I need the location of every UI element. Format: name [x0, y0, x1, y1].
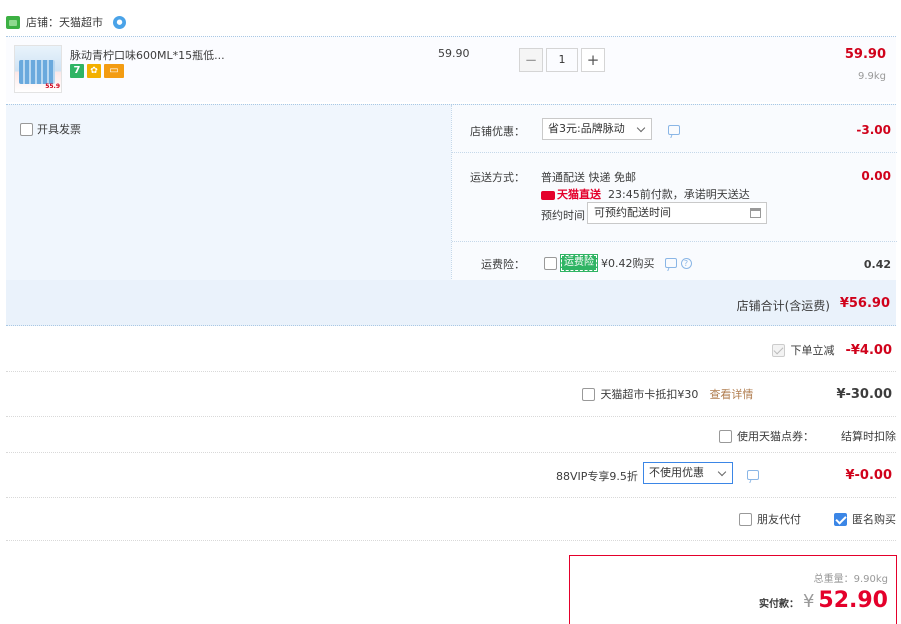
shop-header: 店铺：天猫超市 ● [6, 12, 126, 32]
bottles-image [19, 60, 55, 84]
vip-value: ¥-0.00 [845, 468, 892, 483]
instant-discount-checkbox [772, 343, 786, 357]
qty-input[interactable]: 1 [546, 48, 578, 72]
instant-discount: 下单立减 -¥4.00 [772, 342, 892, 358]
tmall-direct-line: 天猫直送 23:45前付款，承诺明天送达 [541, 186, 750, 202]
shipping-label: 运送方式： [470, 171, 525, 184]
friend-pay-option[interactable]: 朋友代付 [739, 511, 801, 527]
insurance-row: 运费险： 运费险 ¥0.42购买 ? 0.42 [452, 242, 897, 281]
chevron-down-icon [717, 467, 727, 477]
product-title[interactable]: 脉动青柠口味600ML*15瓶低... [70, 47, 225, 63]
points-note: 结算时扣除 [841, 430, 896, 443]
comment-icon[interactable] [668, 125, 680, 135]
points-checkbox[interactable] [719, 429, 732, 443]
appointment-label: 预约时间 [541, 209, 585, 222]
chevron-down-icon [636, 123, 646, 133]
card-deduct-label: 天猫超市卡抵扣¥30 [600, 388, 699, 401]
tmall-logo-icon [541, 190, 555, 200]
help-icon[interactable]: ? [680, 257, 692, 269]
discount-row: 店铺优惠： 省3元:品牌脉动 -3.00 [452, 105, 897, 153]
shipping-row: 运送方式： 普通配送 快递 免邮 天猫直送 23:45前付款，承诺明天送达 预约… [452, 153, 897, 242]
thumb-price-tag: 55.9 [45, 83, 60, 90]
pay-currency: ¥ [802, 591, 815, 612]
vip-select-value: 不使用优惠 [649, 466, 704, 479]
qty-plus-button[interactable]: + [581, 48, 605, 72]
chat-bubble-icon[interactable]: ● [113, 15, 126, 29]
final-payment-box: 总重量：9.90kg 实付款： ¥ 52.90 [569, 555, 897, 624]
pay-options-row: 朋友代付 匿名购买 [6, 498, 896, 541]
insurance-option[interactable]: 运费险 ¥0.42购买 ? [544, 254, 692, 272]
pay-label: 实付款： [758, 599, 799, 610]
friend-pay-label: 朋友代付 [757, 513, 801, 526]
invoice-label: 开具发票 [37, 123, 81, 136]
invoice-option[interactable]: 开具发票 [20, 121, 81, 137]
comment-icon[interactable] [747, 470, 759, 480]
points-label: 使用天猫点券： [737, 430, 814, 443]
vip-label: 88VIP专享9.5折 [556, 470, 638, 483]
discount-value: -3.00 [856, 123, 891, 137]
product-row: 55.9 脉动青柠口味600ML*15瓶低... 7 ✿ ▭ 59.90 − 1… [6, 36, 896, 102]
service-icon: ✿ [87, 64, 101, 78]
insurance-label: 运费险： [481, 258, 525, 271]
points-row: 使用天猫点券： 结算时扣除 [6, 417, 896, 453]
insurance-value: 0.42 [863, 258, 891, 271]
pay-amount-line: 实付款： ¥ 52.90 [759, 588, 888, 613]
order-options: 开具发票 店铺优惠： 省3元:品牌脉动 -3.00 运送方式： 普通配送 快递 … [6, 104, 897, 281]
shop-icon [6, 15, 20, 29]
appointment-date-input[interactable]: 可预约配送时间 [587, 202, 767, 224]
shipping-value: 0.00 [861, 169, 891, 183]
insurance-price: ¥0.42购买 [601, 257, 655, 270]
instant-discount-label: 下单立减 [790, 344, 835, 357]
anonymous-option[interactable]: 匿名购买 [834, 511, 896, 527]
discount-select-value: 省3元:品牌脉动 [548, 122, 625, 135]
shop-total-value: ¥56.90 [839, 296, 890, 311]
product-thumbnail[interactable]: 55.9 [14, 45, 62, 93]
invoice-checkbox[interactable] [20, 122, 33, 136]
card-deduct: 天猫超市卡抵扣¥30 查看详情 ¥-30.00 [582, 386, 892, 402]
appointment-date-value: 可预约配送时间 [594, 206, 671, 219]
product-badges: 7 ✿ ▭ [70, 64, 124, 78]
vip-row: 88VIP专享9.5折 不使用优惠 ¥-0.00 [6, 453, 896, 498]
discount-label: 店铺优惠： [470, 125, 525, 138]
comment-icon[interactable] [664, 258, 677, 268]
friend-pay-checkbox[interactable] [739, 512, 752, 526]
anonymous-label: 匿名购买 [852, 513, 896, 526]
insurance-checkbox[interactable] [544, 256, 557, 270]
shop-options-panel: 店铺优惠： 省3元:品牌脉动 -3.00 运送方式： 普通配送 快递 免邮 天猫… [451, 105, 897, 281]
shop-total-label: 店铺合计(含运费) [736, 299, 830, 313]
total-weight: 总重量：9.90kg [813, 574, 888, 585]
pay-amount: 52.90 [818, 588, 888, 613]
insurance-tag: 运费险 [560, 254, 598, 272]
quantity-stepper: − 1 + [519, 48, 605, 72]
instant-discount-row: 下单立减 -¥4.00 [6, 326, 896, 372]
anonymous-checkbox[interactable] [834, 512, 847, 526]
points-option: 使用天猫点券： 结算时扣除 [719, 428, 896, 444]
vip-select[interactable]: 不使用优惠 [643, 462, 733, 484]
shop-total-bar: 店铺合计(含运费) ¥56.90 [6, 280, 896, 326]
qty-minus-button[interactable]: − [519, 48, 543, 72]
discount-select[interactable]: 省3元:品牌脉动 [542, 118, 652, 140]
card-deduct-row: 天猫超市卡抵扣¥30 查看详情 ¥-30.00 [6, 372, 896, 417]
card-pay-icon: ▭ [104, 64, 124, 78]
card-deduct-value: ¥-30.00 [836, 386, 892, 402]
shipping-method: 普通配送 快递 免邮 [541, 171, 636, 184]
product-weight: 9.9kg [857, 71, 886, 82]
delivery-promise: 23:45前付款，承诺明天送达 [608, 188, 750, 201]
calendar-icon[interactable] [750, 208, 761, 218]
instant-discount-value: -¥4.00 [845, 342, 892, 358]
card-details-link[interactable]: 查看详情 [709, 386, 753, 402]
line-price: 59.90 [844, 47, 886, 62]
tmall-direct-label: 天猫直送 [557, 188, 601, 201]
card-deduct-checkbox[interactable] [582, 387, 596, 401]
shop-name[interactable]: 店铺：天猫超市 [26, 14, 103, 30]
seven-day-return-icon: 7 [70, 64, 84, 78]
unit-price: 59.90 [438, 47, 470, 60]
